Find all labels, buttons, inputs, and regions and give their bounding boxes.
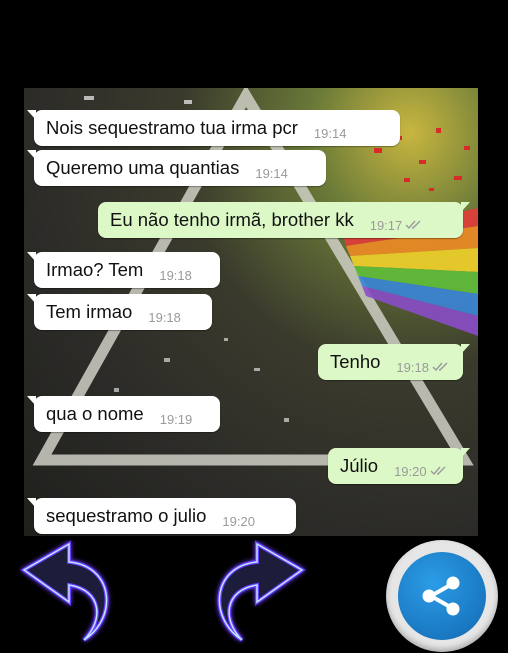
double-check-icon bbox=[432, 356, 450, 378]
message-bubble-incoming[interactable]: qua o nome 19:19 bbox=[27, 396, 220, 432]
message-bubble-incoming[interactable]: Tem irmao 19:18 bbox=[27, 294, 212, 330]
next-button[interactable] bbox=[212, 540, 312, 648]
message-text: Eu não tenho irmã, brother kk bbox=[110, 209, 354, 230]
previous-button[interactable] bbox=[14, 540, 114, 648]
message-text: Queremo uma quantias bbox=[46, 157, 240, 178]
message-bubble-outgoing[interactable]: Eu não tenho irmã, brother kk 19:17 bbox=[98, 202, 470, 238]
message-text: sequestramo o julio bbox=[46, 505, 207, 526]
message-time: 19:19 bbox=[159, 411, 193, 427]
message-time: 19:20 bbox=[222, 513, 255, 529]
message-time: 19:18 bbox=[148, 309, 181, 325]
message-time: 19:17 bbox=[369, 217, 403, 233]
message-text: Nois sequestramo tua irma pcr bbox=[46, 117, 298, 138]
message-bubble-incoming[interactable]: Irmao? Tem 19:18 bbox=[27, 252, 220, 288]
message-text: Tenho bbox=[330, 351, 381, 372]
message-text: Irmao? Tem bbox=[46, 259, 144, 280]
double-check-icon bbox=[430, 460, 448, 482]
double-check-icon bbox=[405, 214, 423, 236]
message-bubble-incoming[interactable]: Queremo uma quantias 19:14 bbox=[27, 150, 326, 186]
previous-arrow-icon bbox=[20, 540, 109, 642]
message-text: qua o nome bbox=[46, 403, 144, 424]
next-arrow-icon bbox=[217, 540, 306, 642]
message-time: 19:20 bbox=[394, 463, 427, 479]
message-text: Tem irmao bbox=[46, 301, 133, 322]
message-bubble-outgoing[interactable]: Tenho 19:18 bbox=[318, 344, 470, 380]
message-time: 19:18 bbox=[159, 267, 192, 283]
message-bubble-incoming[interactable]: Nois sequestramo tua irma pcr 19:14 bbox=[27, 110, 400, 146]
message-bubble-outgoing[interactable]: Júlio 19:20 bbox=[328, 448, 470, 484]
chat-screenshot: Nois sequestramo tua irma pcr 19:14 Quer… bbox=[24, 88, 478, 536]
share-button[interactable] bbox=[386, 540, 498, 652]
share-icon bbox=[422, 576, 460, 616]
message-time: 19:14 bbox=[255, 165, 288, 181]
message-bubble-incoming[interactable]: sequestramo o julio 19:20 bbox=[27, 498, 296, 534]
message-time: 19:14 bbox=[313, 125, 347, 141]
message-time: 19:18 bbox=[396, 359, 429, 375]
message-text: Júlio bbox=[340, 455, 379, 476]
share-button-face bbox=[398, 552, 486, 640]
